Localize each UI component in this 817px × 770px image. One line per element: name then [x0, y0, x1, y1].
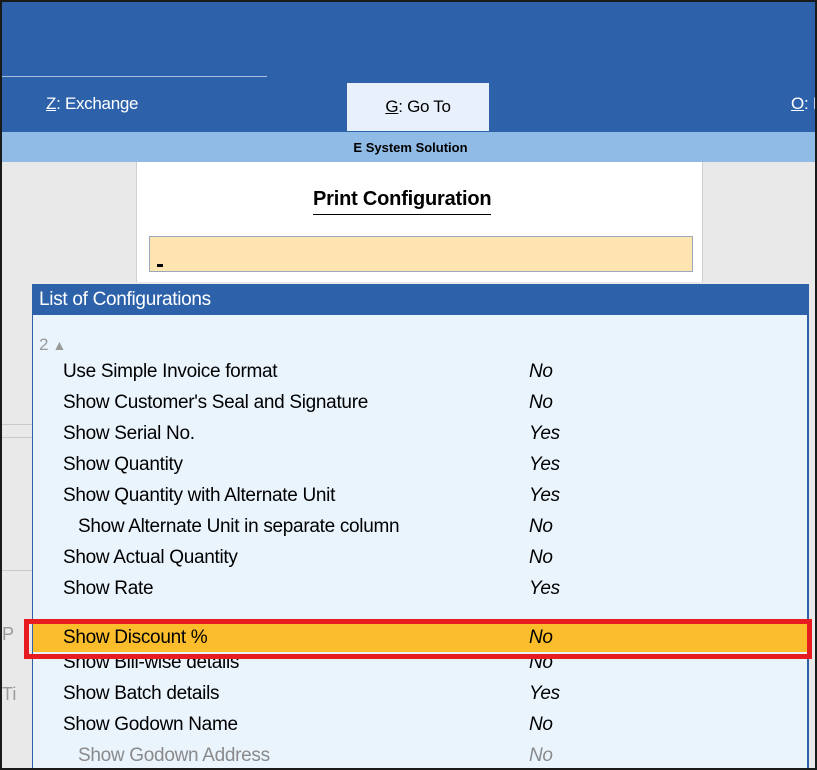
config-value: No — [529, 745, 553, 766]
background-fragment: Ti — [2, 684, 17, 704]
scroll-up-icon[interactable]: ▲ — [52, 337, 66, 353]
print-configuration-title: Print Configuration — [313, 188, 492, 215]
background-divider — [2, 424, 32, 425]
menu-goto[interactable]: G: Go To — [347, 83, 489, 131]
config-label: Show Godown Name — [63, 714, 238, 735]
list-item[interactable]: Show Rate Yes — [33, 573, 807, 604]
config-label: Show Alternate Unit in separate column — [78, 516, 400, 537]
list-item[interactable]: Show Alternate Unit in separate column N… — [33, 511, 807, 542]
configuration-list-panel: List of Configurations 2 ▲ Use Simple Inv… — [32, 284, 809, 768]
list-item[interactable]: Show Customer's Seal and Signature No — [33, 387, 807, 418]
config-label: Show Quantity with Alternate Unit — [63, 485, 336, 506]
config-value: Yes — [529, 578, 560, 599]
menu-goto-label: : Go To — [398, 97, 451, 116]
menu-exchange-key: Z — [46, 94, 57, 113]
config-value: Yes — [529, 485, 560, 506]
list-item[interactable]: Show Serial No. Yes — [33, 418, 807, 449]
background-divider — [2, 570, 32, 571]
list-item[interactable]: Use Simple Invoice format No — [33, 356, 807, 387]
menu-exchange[interactable]: Z: Exchange — [46, 94, 138, 114]
config-label: Show Actual Quantity — [63, 547, 238, 568]
text-cursor — [157, 264, 163, 267]
config-label: Show Quantity — [63, 454, 183, 475]
list-item[interactable]: Show Quantity Yes — [33, 449, 807, 480]
config-value: Yes — [529, 683, 560, 704]
config-value: No — [529, 547, 553, 568]
config-label: Show Godown Address — [78, 745, 270, 766]
page-indicator[interactable]: 2 ▲ — [39, 335, 66, 355]
print-configuration-panel: Print Configuration — [136, 162, 703, 282]
list-item[interactable]: Show Godown Address No — [33, 740, 807, 768]
config-label: Show Rate — [63, 578, 154, 599]
company-name-bar: E System Solution — [2, 132, 815, 162]
config-value: No — [529, 714, 553, 735]
page-number: 2 — [39, 335, 49, 354]
list-item[interactable]: Show Quantity with Alternate Unit Yes — [33, 480, 807, 511]
config-label: Show Batch details — [63, 683, 220, 704]
config-value: Yes — [529, 423, 560, 444]
menu-other-key: O — [791, 94, 804, 113]
config-value: No — [529, 392, 553, 413]
highlight-annotation-box — [24, 619, 812, 659]
list-item[interactable]: Show Batch details Yes — [33, 678, 807, 709]
config-value: No — [529, 361, 553, 382]
config-label: Show Customer's Seal and Signature — [63, 392, 368, 413]
menu-other-label: : I — [803, 94, 817, 113]
menu-other[interactable]: O: I — [791, 94, 817, 114]
list-item[interactable]: Show Actual Quantity No — [33, 542, 807, 573]
config-value: No — [529, 516, 553, 537]
config-label: Show Serial No. — [63, 423, 195, 444]
menu-goto-key: G — [385, 97, 399, 116]
config-label: Use Simple Invoice format — [63, 361, 278, 382]
top-menu-bar: Z: Exchange G: Go To O: I — [2, 2, 817, 132]
configuration-search-input[interactable] — [149, 236, 693, 272]
list-item[interactable]: Show Godown Name No — [33, 709, 807, 740]
config-value: Yes — [529, 454, 560, 475]
background-fragment: P — [2, 624, 15, 644]
app-window: Z: Exchange G: Go To O: I E System Solut… — [0, 0, 817, 770]
menu-exchange-label: : Exchange — [56, 94, 139, 113]
menu-divider — [2, 76, 267, 77]
background-divider — [2, 437, 32, 438]
company-name: E System Solution — [353, 139, 468, 155]
configuration-list-title: List of Configurations — [33, 285, 807, 315]
